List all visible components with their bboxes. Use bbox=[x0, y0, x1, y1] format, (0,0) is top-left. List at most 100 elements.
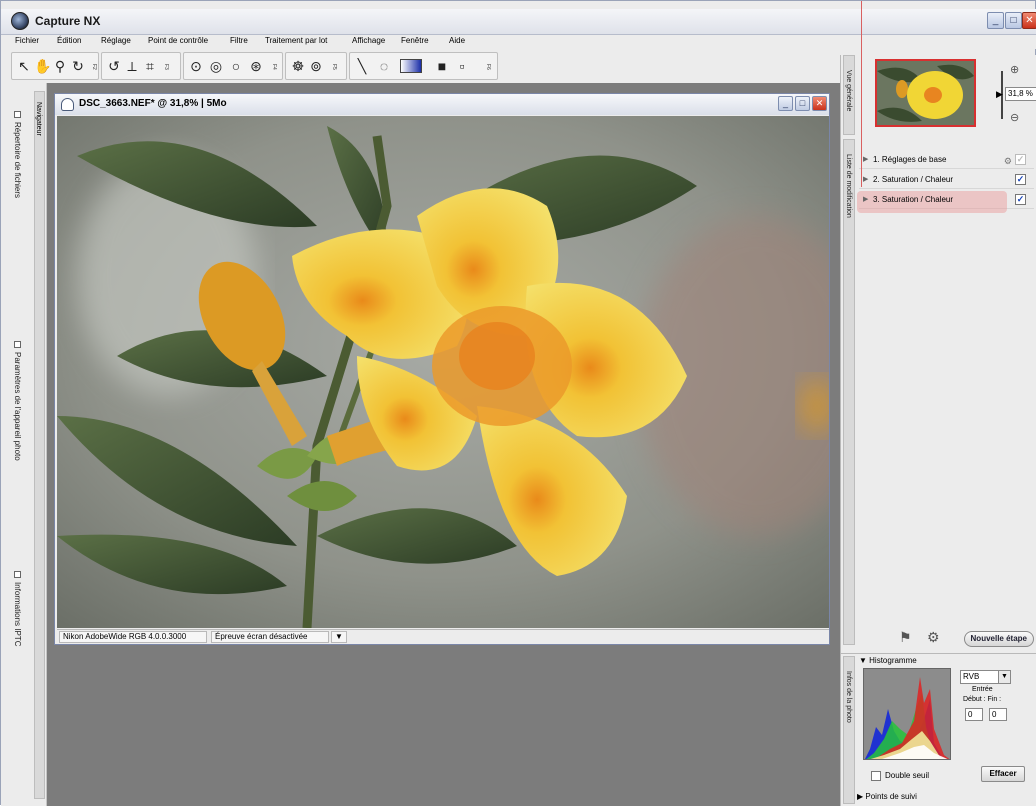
toolbar-group-control-points: ⊙ ◎ ○ ⊛ F4 bbox=[183, 52, 283, 80]
fill-icon[interactable]: ■ bbox=[434, 57, 450, 75]
histogram-graph[interactable] bbox=[863, 668, 951, 760]
doc-close-button[interactable]: ✕ bbox=[812, 96, 827, 111]
red-eye-icon[interactable]: ☸ bbox=[290, 57, 306, 75]
zoom-icon[interactable]: ⚲ bbox=[52, 57, 68, 75]
tracking-points-label: Points de suivi bbox=[865, 792, 917, 801]
menu-filtre[interactable]: Filtre bbox=[230, 36, 248, 45]
new-step-button[interactable]: Nouvelle étape bbox=[963, 631, 1034, 647]
tab-file-directory[interactable]: Répertoire de fichiers bbox=[13, 111, 22, 198]
neutral-point-icon[interactable]: ◎ bbox=[208, 57, 224, 75]
start-end-label: Début : Fin : bbox=[963, 696, 1002, 703]
soft-proof-dropdown[interactable]: ▼ bbox=[331, 631, 347, 643]
document-title-bar[interactable]: DSC_3663.NEF* @ 31,8% | 5Mo _ □ ✕ bbox=[55, 94, 829, 115]
color-profile: Nikon AdobeWide RGB 4.0.0.3000 bbox=[59, 631, 207, 643]
edit-list-tab[interactable]: Liste de modification bbox=[843, 139, 855, 645]
menu-fichier[interactable]: Fichier bbox=[15, 36, 39, 45]
document-window: DSC_3663.NEF* @ 31,8% | 5Mo _ □ ✕ Nikon … bbox=[54, 93, 830, 645]
input-label: Entrée bbox=[972, 686, 993, 693]
double-threshold-checkbox[interactable]: Double seuil bbox=[871, 771, 929, 781]
step-toolbar: ⚑ ⚙ Nouvelle étape bbox=[859, 627, 1036, 651]
settings-icon[interactable]: ⚙ bbox=[1004, 152, 1012, 170]
collapse-arrow-icon: ▼ bbox=[859, 656, 870, 665]
toolbar: ↖ ✋ ⚲ ↻ F2 ↺ ⟂ ⌗ F3 ⊙ ◎ ○ ⊛ F4 ☸ ⊚ F5 ╲ … bbox=[11, 50, 498, 82]
histogram-section: Infos de la photo ▼ Histogramme RVB ▼ En… bbox=[841, 653, 1036, 806]
photo-canvas[interactable] bbox=[57, 116, 829, 628]
step-label: 3. Saturation / Chaleur bbox=[873, 195, 954, 204]
chevron-down-icon[interactable]: ▼ bbox=[998, 670, 1011, 684]
fkey-label: F6 bbox=[485, 64, 491, 70]
white-point-icon[interactable]: ○ bbox=[228, 57, 244, 75]
document-title: DSC_3663.NEF* @ 31,8% | 5Mo bbox=[79, 98, 227, 109]
control-point-icon[interactable]: ⚑ bbox=[899, 629, 912, 646]
menu-traitement-par-lot[interactable]: Traitement par lot bbox=[265, 36, 327, 45]
brush-icon[interactable]: ╲ bbox=[354, 57, 370, 75]
fkey-label: F4 bbox=[271, 64, 277, 70]
expand-arrow-icon[interactable]: ▶ bbox=[863, 151, 868, 169]
step-3[interactable]: ▶ 3. Saturation / Chaleur ✓ bbox=[857, 191, 1034, 213]
expand-arrow-icon[interactable]: ▶ bbox=[863, 191, 868, 209]
step-1[interactable]: ▶ 1. Réglages de base ⚙ ✓ bbox=[859, 151, 1034, 169]
doc-maximize-button[interactable]: □ bbox=[795, 96, 810, 111]
toolbar-group-retouch: ☸ ⊚ F5 bbox=[285, 52, 347, 80]
color-point-icon[interactable]: ⊛ bbox=[248, 57, 264, 75]
histogram-title: Histogramme bbox=[869, 656, 917, 665]
hand-icon[interactable]: ✋ bbox=[34, 57, 51, 75]
step-2[interactable]: ▶ 2. Saturation / Chaleur ✓ bbox=[859, 171, 1034, 189]
gradient-icon[interactable] bbox=[398, 57, 424, 75]
straighten-icon[interactable]: ⟂ bbox=[124, 57, 140, 75]
auto-retouch-icon[interactable]: ⊚ bbox=[308, 57, 324, 75]
tracking-points-header[interactable]: ▶ Points de suivi bbox=[857, 792, 917, 801]
menu-fenetre[interactable]: Fenêtre bbox=[401, 36, 429, 45]
menu-aide[interactable]: Aide bbox=[449, 36, 465, 45]
overview-tab[interactable]: Vue générale bbox=[843, 55, 855, 135]
step-label: 2. Saturation / Chaleur bbox=[873, 175, 954, 184]
lasso-icon[interactable]: ◌ bbox=[376, 57, 392, 75]
zoom-value-field[interactable]: 31,8 % bbox=[1005, 87, 1036, 101]
step-3-checkbox[interactable]: ✓ bbox=[1015, 194, 1026, 205]
gear-icon[interactable]: ⚙ bbox=[927, 629, 940, 646]
overview-tab-label: Vue générale bbox=[845, 70, 852, 112]
crop-icon[interactable]: ⌗ bbox=[142, 57, 158, 75]
soft-proof-status[interactable]: Épreuve écran désactivée bbox=[211, 631, 329, 643]
rotate-icon[interactable]: ↻ bbox=[70, 57, 86, 75]
clear-button[interactable]: Effacer bbox=[981, 766, 1025, 782]
end-input[interactable]: 0 bbox=[989, 708, 1007, 721]
step-label: 1. Réglages de base bbox=[873, 155, 947, 164]
photo-info-tab[interactable]: Infos de la photo bbox=[843, 656, 855, 804]
menu-point-de-controle[interactable]: Point de contrôle bbox=[148, 36, 208, 45]
step-1-checkbox[interactable]: ✓ bbox=[1015, 154, 1026, 165]
histogram-header[interactable]: ▼ Histogramme bbox=[859, 656, 917, 665]
minimize-button[interactable]: _ bbox=[987, 12, 1004, 29]
menu-affichage[interactable]: Affichage bbox=[352, 36, 385, 45]
arrow-select-icon[interactable]: ↖ bbox=[16, 57, 32, 75]
tab-iptc-info-label: Informations IPTC bbox=[13, 582, 22, 647]
tab-camera-settings-label: Paramètres de l'appareil photo bbox=[13, 352, 22, 461]
title-bar: Capture NX _ □ ✕ bbox=[1, 9, 1036, 35]
black-point-icon[interactable]: ⊙ bbox=[188, 57, 204, 75]
maximize-button[interactable]: □ bbox=[1005, 12, 1022, 29]
menu-reglage[interactable]: Réglage bbox=[101, 36, 131, 45]
overview-thumbnail[interactable] bbox=[875, 59, 976, 127]
step-2-checkbox[interactable]: ✓ bbox=[1015, 174, 1026, 185]
zoom-out-icon[interactable]: ⊖ bbox=[1010, 111, 1019, 124]
tab-file-directory-label: Répertoire de fichiers bbox=[13, 122, 22, 199]
eraser-icon[interactable]: ▫ bbox=[454, 57, 470, 75]
toolbar-group-transform: ↺ ⟂ ⌗ F3 bbox=[101, 52, 181, 80]
navigator-tab[interactable]: Navigateur bbox=[34, 91, 45, 799]
app-title: Capture NX bbox=[35, 14, 101, 28]
histogram-plot bbox=[865, 677, 950, 759]
expand-arrow-icon[interactable]: ▶ bbox=[863, 171, 868, 189]
zoom-slider-thumb-icon[interactable]: ▶ bbox=[996, 89, 1003, 100]
start-input[interactable]: 0 bbox=[965, 708, 983, 721]
close-button[interactable]: ✕ bbox=[1022, 12, 1036, 29]
checkbox-box bbox=[871, 771, 881, 781]
zoom-in-icon[interactable]: ⊕ bbox=[1010, 63, 1019, 76]
rotate-left-icon[interactable]: ↺ bbox=[106, 57, 122, 75]
flower-photo bbox=[57, 116, 829, 628]
tab-iptc-info[interactable]: Informations IPTC bbox=[13, 571, 22, 646]
menu-edition[interactable]: Édition bbox=[57, 36, 81, 45]
navigator-label: Navigateur bbox=[35, 102, 42, 136]
doc-minimize-button[interactable]: _ bbox=[778, 96, 793, 111]
toolbar-group-selection: ╲ ◌ ■ ▫ F6 bbox=[349, 52, 498, 80]
tab-camera-settings[interactable]: Paramètres de l'appareil photo bbox=[13, 341, 22, 461]
